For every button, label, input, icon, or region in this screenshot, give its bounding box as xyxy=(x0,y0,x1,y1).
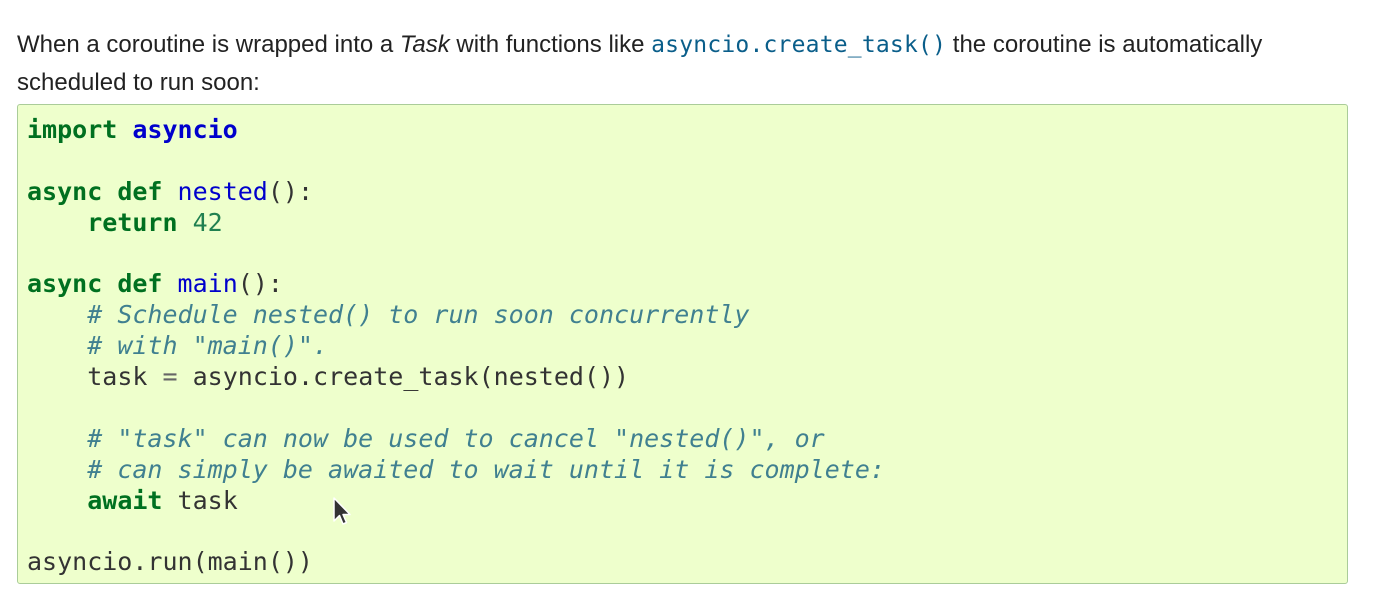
punctuation: (): xyxy=(237,269,283,299)
assignment-operator: = xyxy=(162,362,178,392)
keyword-def: def xyxy=(117,176,163,206)
intro-text-1: When a coroutine is wrapped into a xyxy=(17,31,400,58)
code-comment: # can simply be awaited to wait until it… xyxy=(87,454,885,484)
keyword-import: import xyxy=(27,115,118,144)
code-line-3: async def nested(): xyxy=(27,177,885,208)
code-block: import asyncio async def nested(): retur… xyxy=(17,104,1348,584)
variable-task: task xyxy=(177,485,238,515)
keyword-return: return xyxy=(87,207,178,237)
code-line-13: await task xyxy=(27,486,885,517)
code-line-11: # "task" can now be used to cancel "nest… xyxy=(27,424,885,455)
module-name: asyncio xyxy=(132,115,238,144)
keyword-def: def xyxy=(117,269,163,299)
number-literal: 42 xyxy=(192,207,223,237)
intro-text-2: with functions like xyxy=(449,31,652,58)
code-line-15: asyncio.run(main()) xyxy=(27,547,885,578)
function-name-nested: nested xyxy=(177,176,268,206)
code-line-7: # Schedule nested() to run soon concurre… xyxy=(27,300,885,331)
create-task-link[interactable]: asyncio.create_task() xyxy=(651,32,946,58)
task-term: Task xyxy=(399,31,450,58)
punctuation: (): xyxy=(267,176,314,206)
variable-task: task xyxy=(87,362,148,392)
keyword-async: async xyxy=(27,176,103,206)
code-comment: # with "main()". xyxy=(87,331,329,361)
code-line-1: import asyncio xyxy=(27,115,885,146)
create-task-call: asyncio.create_task(nested()) xyxy=(192,362,630,392)
code-line-9: task = asyncio.create_task(nested()) xyxy=(27,362,885,393)
code-line-12: # can simply be awaited to wait until it… xyxy=(27,455,885,486)
code-comment: # Schedule nested() to run soon concurre… xyxy=(87,300,750,330)
code-line-6: async def main(): xyxy=(27,269,885,300)
code-comment: # "task" can now be used to cancel "nest… xyxy=(87,423,825,453)
intro-paragraph: When a coroutine is wrapped into a Task … xyxy=(17,26,1357,102)
code-line-4: return 42 xyxy=(27,208,885,239)
keyword-await: await xyxy=(87,485,163,515)
function-name-main: main xyxy=(177,269,238,299)
code-listing: import asyncio async def nested(): retur… xyxy=(27,115,885,578)
code-line-8: # with "main()". xyxy=(27,331,885,362)
mouse-pointer-icon xyxy=(333,497,351,525)
keyword-async: async xyxy=(27,269,103,299)
asyncio-run-call: asyncio.run(main()) xyxy=(27,547,313,577)
